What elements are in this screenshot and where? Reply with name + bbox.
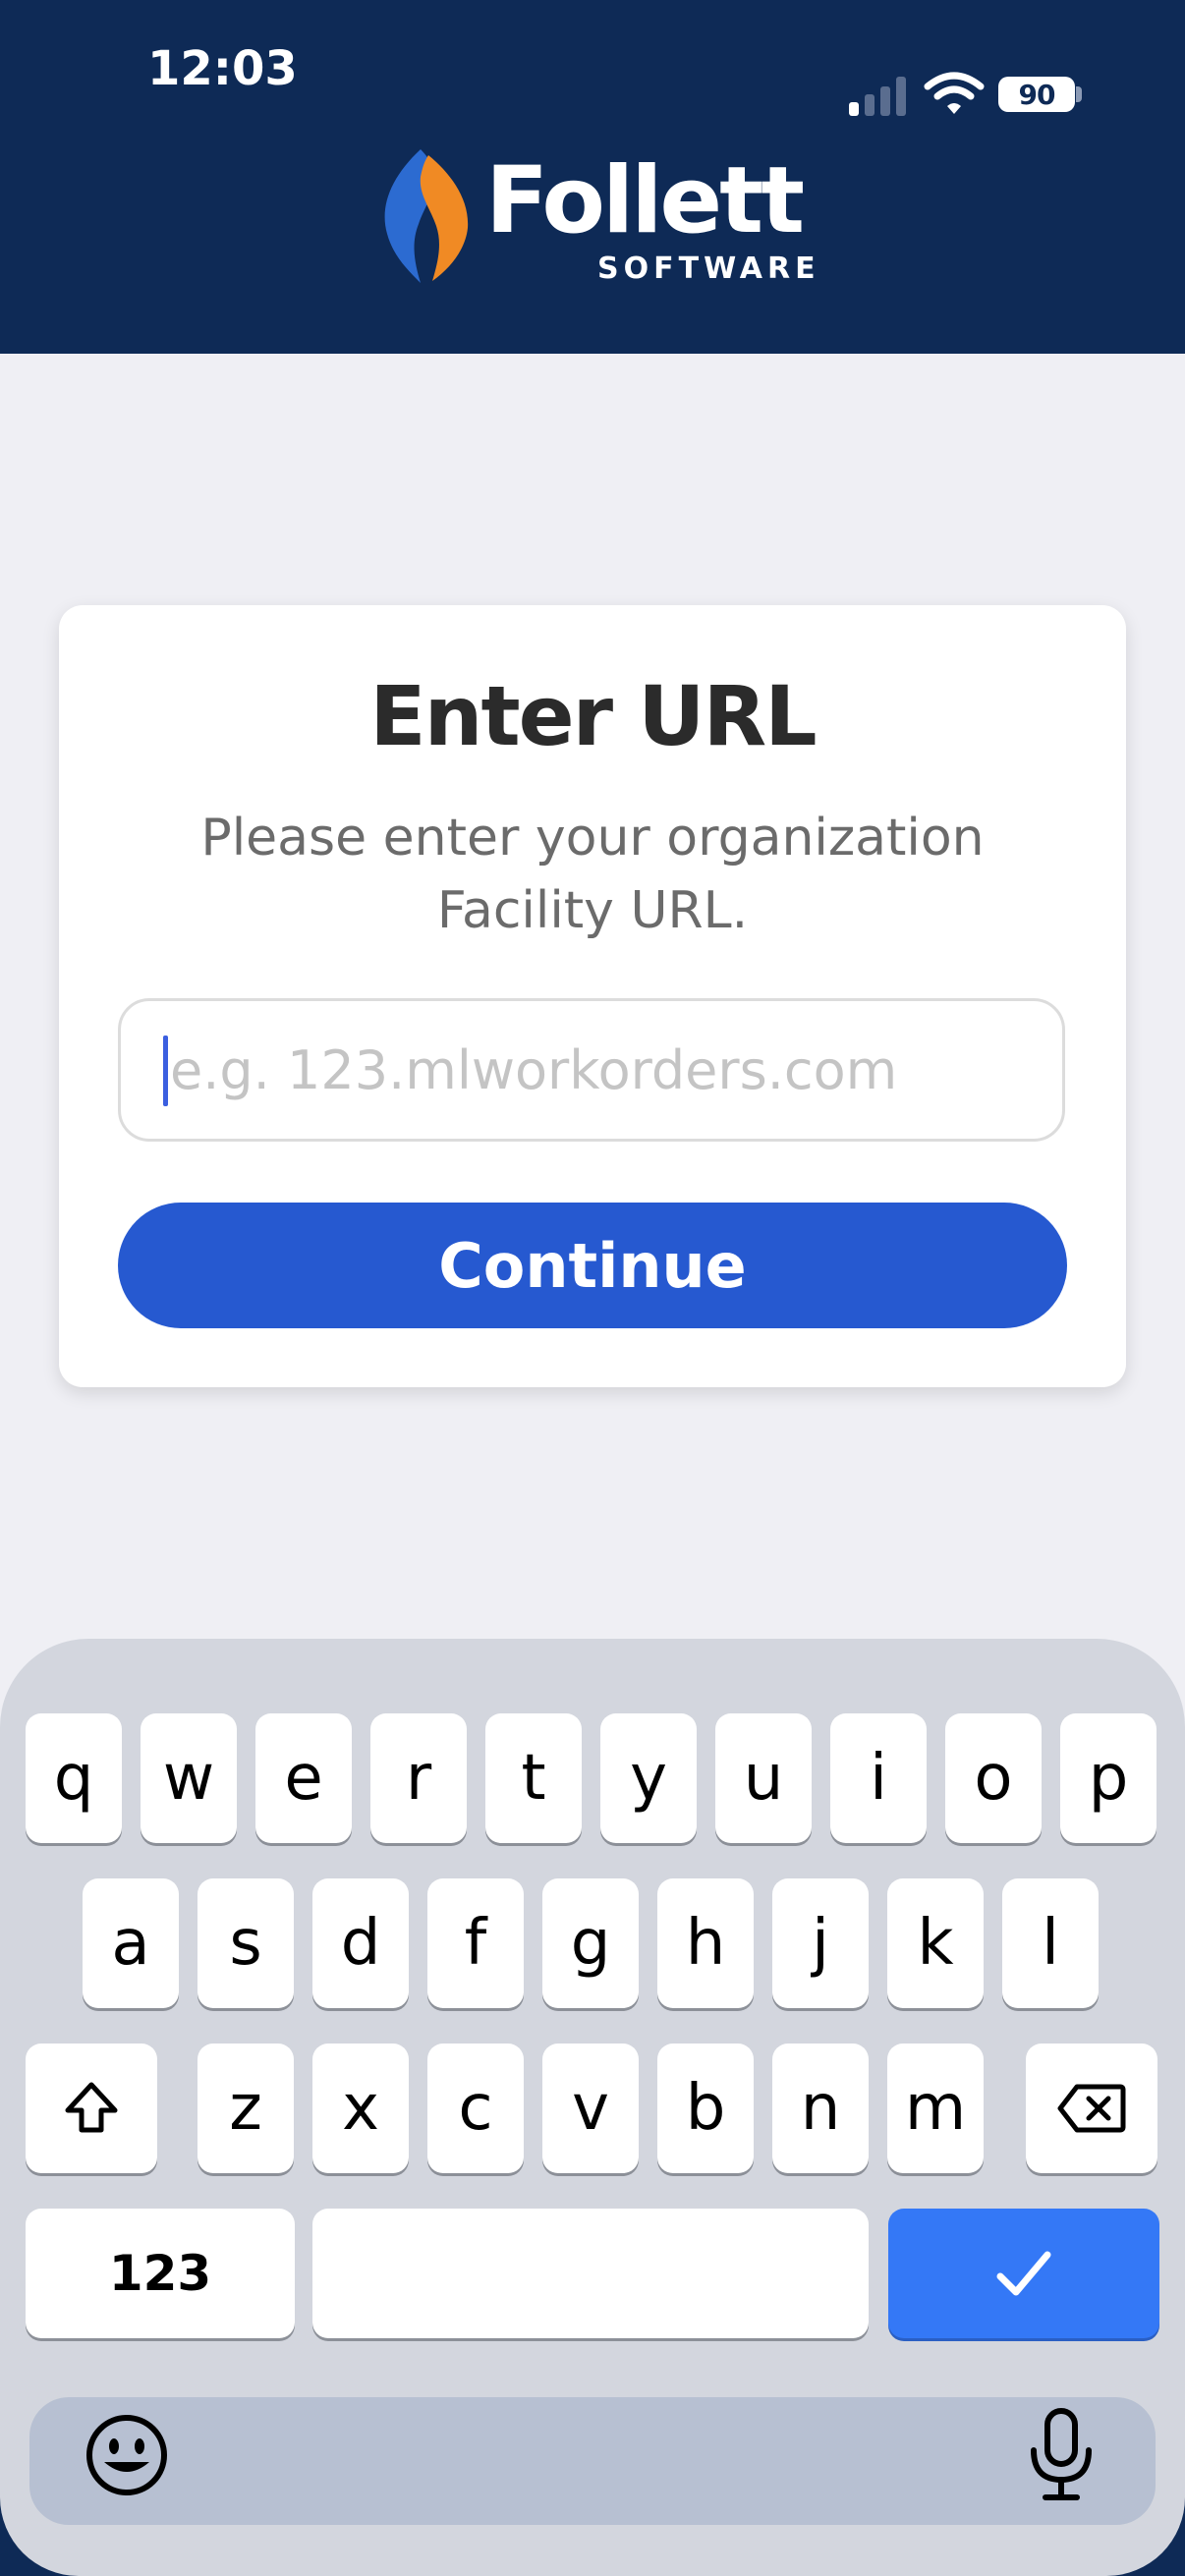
key-f[interactable]: f <box>427 1878 524 2008</box>
card-description: Please enter your organization Facility … <box>200 809 985 940</box>
shift-icon <box>65 2082 118 2133</box>
shift-key[interactable] <box>26 2044 157 2173</box>
key-c[interactable]: c <box>427 2044 524 2173</box>
key-p[interactable]: p <box>1060 1713 1157 1843</box>
follett-logo-mark <box>384 149 469 283</box>
checkmark-icon <box>996 2251 1051 2296</box>
key-x[interactable]: x <box>312 2044 409 2173</box>
space-key[interactable] <box>312 2209 869 2338</box>
continue-button[interactable]: Continue <box>118 1203 1067 1328</box>
logo-wordmark: Follett <box>485 147 805 254</box>
key-o[interactable]: o <box>945 1713 1042 1843</box>
keyboard-bottom-row <box>29 2397 1156 2525</box>
done-key[interactable] <box>888 2209 1159 2338</box>
url-input[interactable] <box>118 998 1065 1142</box>
signal-icon <box>849 77 906 116</box>
key-q[interactable]: q <box>26 1713 122 1843</box>
key-a[interactable]: a <box>83 1878 179 2008</box>
key-r[interactable]: r <box>370 1713 467 1843</box>
key-l[interactable]: l <box>1002 1878 1099 2008</box>
wifi-icon <box>924 72 985 114</box>
battery-icon: 90 <box>998 77 1075 112</box>
key-h[interactable]: h <box>657 1878 754 2008</box>
key-v[interactable]: v <box>542 2044 639 2173</box>
battery-level: 90 <box>1018 78 1056 111</box>
key-g[interactable]: g <box>542 1878 639 2008</box>
emoji-icon[interactable] <box>83 2411 171 2499</box>
key-i[interactable]: i <box>830 1713 927 1843</box>
key-w[interactable]: w <box>141 1713 237 1843</box>
logo-subtitle: SOFTWARE <box>597 252 820 286</box>
text-caret <box>163 1036 168 1106</box>
key-b[interactable]: b <box>657 2044 754 2173</box>
key-j[interactable]: j <box>772 1878 869 2008</box>
backspace-icon <box>1057 2084 1126 2133</box>
key-n[interactable]: n <box>772 2044 869 2173</box>
key-d[interactable]: d <box>312 1878 409 2008</box>
key-z[interactable]: z <box>198 2044 294 2173</box>
key-u[interactable]: u <box>715 1713 812 1843</box>
battery-tip <box>1076 86 1082 102</box>
key-y[interactable]: y <box>600 1713 697 1843</box>
enter-url-card: Enter URL Please enter your organization… <box>59 605 1126 1387</box>
microphone-icon[interactable] <box>1022 2407 1100 2505</box>
key-k[interactable]: k <box>887 1878 984 2008</box>
key-e[interactable]: e <box>255 1713 352 1843</box>
status-time: 12:03 <box>147 41 298 96</box>
key-s[interactable]: s <box>198 1878 294 2008</box>
key-m[interactable]: m <box>887 2044 984 2173</box>
numbers-key[interactable]: 123 <box>26 2209 295 2338</box>
backspace-key[interactable] <box>1026 2044 1157 2173</box>
key-t[interactable]: t <box>485 1713 582 1843</box>
card-title: Enter URL <box>369 668 817 764</box>
